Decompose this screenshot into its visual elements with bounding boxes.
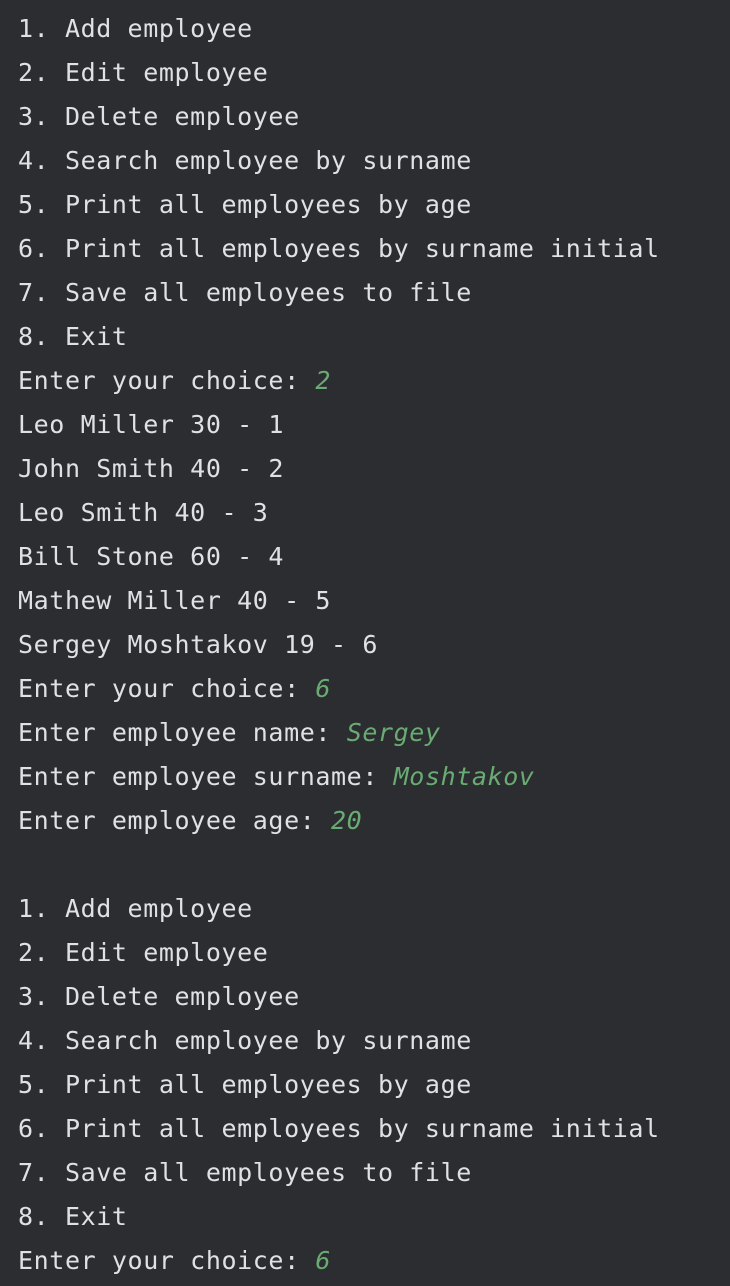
output-text: Enter your choice: — [18, 674, 316, 703]
user-input: Sergey — [346, 718, 441, 747]
console-line: 8. Exit — [18, 318, 730, 362]
console-line: 3. Delete employee — [18, 978, 730, 1022]
output-text: Bill Stone 60 - 4 — [18, 542, 285, 571]
user-input: 6 — [315, 674, 332, 703]
output-text: 2. Edit employee — [18, 938, 269, 967]
output-text: 3. Delete employee — [18, 102, 300, 131]
console-line: 8. Exit — [18, 1198, 730, 1242]
user-input: Moshtakov — [393, 762, 535, 791]
console-line: 7. Save all employees to file — [18, 274, 730, 318]
console-line: Enter employee age: 20 — [18, 802, 730, 846]
console-line: 1. Add employee — [18, 890, 730, 934]
console-line: Sergey Moshtakov 19 - 6 — [18, 626, 730, 670]
output-text: 2. Edit employee — [18, 58, 269, 87]
console-line: Mathew Miller 40 - 5 — [18, 582, 730, 626]
output-text: 6. Print all employees by surname initia… — [18, 234, 660, 263]
output-text: Sergey Moshtakov 19 - 6 — [18, 630, 378, 659]
output-text: 4. Search employee by surname — [18, 1026, 472, 1055]
output-text: 5. Print all employees by age — [18, 190, 472, 219]
console-line: 3. Delete employee — [18, 98, 730, 142]
output-text: 3. Delete employee — [18, 982, 300, 1011]
console-line: 5. Print all employees by age — [18, 186, 730, 230]
output-text: Enter employee name: — [18, 718, 347, 747]
console-line: 6. Print all employees by surname initia… — [18, 230, 730, 274]
console-line: 2. Edit employee — [18, 54, 730, 98]
user-input: 6 — [315, 1246, 332, 1275]
output-text: Leo Smith 40 - 3 — [18, 498, 269, 527]
console-line: 6. Print all employees by surname initia… — [18, 1110, 730, 1154]
output-text: Leo Miller 30 - 1 — [18, 410, 285, 439]
console-line: Enter employee surname: Moshtakov — [18, 758, 730, 802]
console-line: Leo Smith 40 - 3 — [18, 494, 730, 538]
console-output[interactable]: 1. Add employee 2. Edit employee 3. Dele… — [0, 0, 730, 1284]
output-text: 7. Save all employees to file — [18, 278, 472, 307]
output-text: 7. Save all employees to file — [18, 1158, 472, 1187]
console-line: Enter your choice: 6 — [18, 670, 730, 714]
output-text: Enter employee surname: — [18, 762, 394, 791]
output-text: 5. Print all employees by age — [18, 1070, 472, 1099]
output-text: 6. Print all employees by surname initia… — [18, 1114, 660, 1143]
console-line: John Smith 40 - 2 — [18, 450, 730, 494]
output-text: Enter employee age: — [18, 806, 332, 835]
console-line: 2. Edit employee — [18, 934, 730, 978]
output-text: Mathew Miller 40 - 5 — [18, 586, 332, 615]
console-line: 5. Print all employees by age — [18, 1066, 730, 1110]
output-text: Enter your choice: — [18, 366, 316, 395]
output-text: John Smith 40 - 2 — [18, 454, 285, 483]
output-text: 1. Add employee — [18, 894, 253, 923]
output-text: 8. Exit — [18, 1202, 128, 1231]
console-line: 4. Search employee by surname — [18, 1022, 730, 1066]
console-line: Enter your choice: 2 — [18, 362, 730, 406]
output-text: 1. Add employee — [18, 14, 253, 43]
console-line: 4. Search employee by surname — [18, 142, 730, 186]
output-text: Enter your choice: — [18, 1246, 316, 1275]
console-line: Leo Miller 30 - 1 — [18, 406, 730, 450]
console-line: 1. Add employee — [18, 10, 730, 54]
console-line: Enter employee name: Sergey — [18, 714, 730, 758]
output-text: 8. Exit — [18, 322, 128, 351]
console-line: Bill Stone 60 - 4 — [18, 538, 730, 582]
user-input: 2 — [315, 366, 332, 395]
console-line: Enter your choice: 6 — [18, 1242, 730, 1286]
output-text: 4. Search employee by surname — [18, 146, 472, 175]
user-input: 20 — [331, 806, 363, 835]
console-line: 7. Save all employees to file — [18, 1154, 730, 1198]
